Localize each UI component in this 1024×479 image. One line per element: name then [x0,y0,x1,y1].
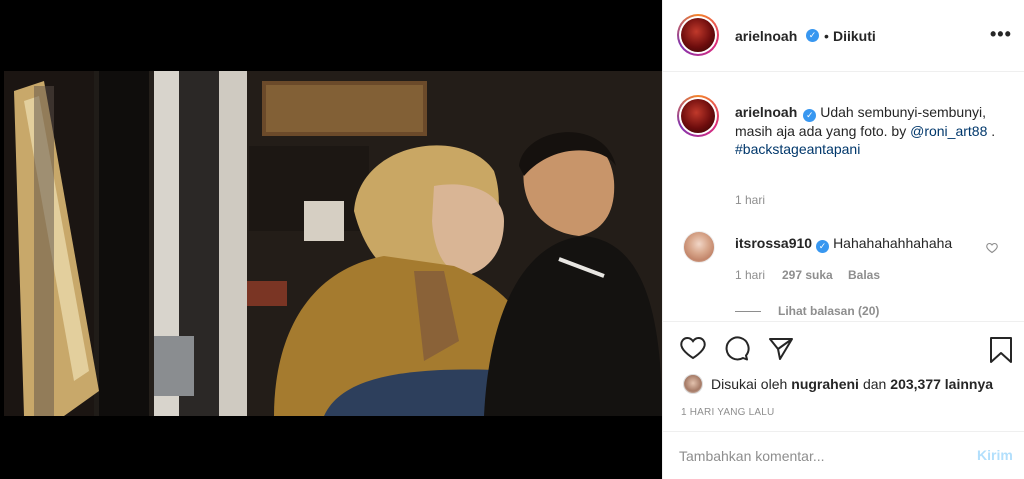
likes-conjunction: dan [862,376,887,392]
post-comment-button[interactable]: Kirim [977,447,1013,463]
comments-section[interactable]: arielnoah ✓ Udah sembunyi-sembunyi, masih … [663,73,1024,320]
likes-count[interactable]: 203,377 lainnya [890,376,993,392]
likes-summary: Disukai oleh nugraheni dan 203,377 lainn… [683,374,993,394]
post-header: arielnoah ✓ • Diikuti ••• [663,0,1024,72]
heart-icon[interactable] [680,336,706,365]
comment-like-heart-icon[interactable] [986,241,998,259]
comment-likes-count[interactable]: 297 suka [782,268,833,282]
post-photo[interactable] [4,71,662,416]
more-options-icon[interactable]: ••• [990,24,1012,45]
caption-hashtag-link[interactable]: #backstageantapani [735,141,860,157]
comment-timestamp[interactable]: 1 hari [735,268,765,282]
author-username[interactable]: arielnoah [735,28,797,44]
comment-username[interactable]: itsrossa910 [735,235,812,251]
add-comment-bar: Kirim [663,431,1024,479]
comment-icon[interactable] [724,336,750,367]
comment-input[interactable] [679,446,949,466]
post-date[interactable]: 1 HARI YANG LALU [681,407,774,418]
liker-avatar[interactable] [683,374,703,394]
liker-username[interactable]: nugraheni [791,376,859,392]
photo-illustration [4,71,662,416]
separator-dot: • [824,28,829,44]
following-button[interactable]: Diikuti [833,28,876,44]
likes-prefix: Disukai oleh [711,376,788,392]
comment-reply-button[interactable]: Balas [848,268,880,282]
verified-badge-icon: ✓ [803,109,817,122]
caption-timestamp[interactable]: 1 hari [735,193,765,207]
verified-badge-icon: ✓ [816,240,830,253]
replies-divider [735,311,761,312]
comment-item: itsrossa910 ✓ Hahahahahhahaha [735,235,952,253]
caption-author-avatar[interactable] [677,95,719,137]
caption-username[interactable]: arielnoah [735,104,797,120]
caption-mention-link[interactable]: @roni_art88 [910,123,987,139]
bookmark-icon[interactable] [989,336,1013,369]
commenter-avatar[interactable] [683,231,715,263]
post-media[interactable] [0,0,662,479]
view-replies-button[interactable]: Lihat balasan (20) [778,304,879,318]
post-actions: Disukai oleh nugraheni dan 203,377 lainn… [663,321,1024,431]
comment-body: Hahahahahhahaha [833,235,953,251]
post-caption: arielnoah ✓ Udah sembunyi-sembunyi, masih … [735,103,1005,158]
post-sidebar: arielnoah ✓ • Diikuti ••• arielnoah ✓ Udah… [662,0,1024,479]
caption-suffix: . [987,123,996,139]
share-icon[interactable] [768,336,794,365]
author-avatar[interactable] [677,14,719,56]
verified-badge-icon: ✓ [806,29,819,42]
